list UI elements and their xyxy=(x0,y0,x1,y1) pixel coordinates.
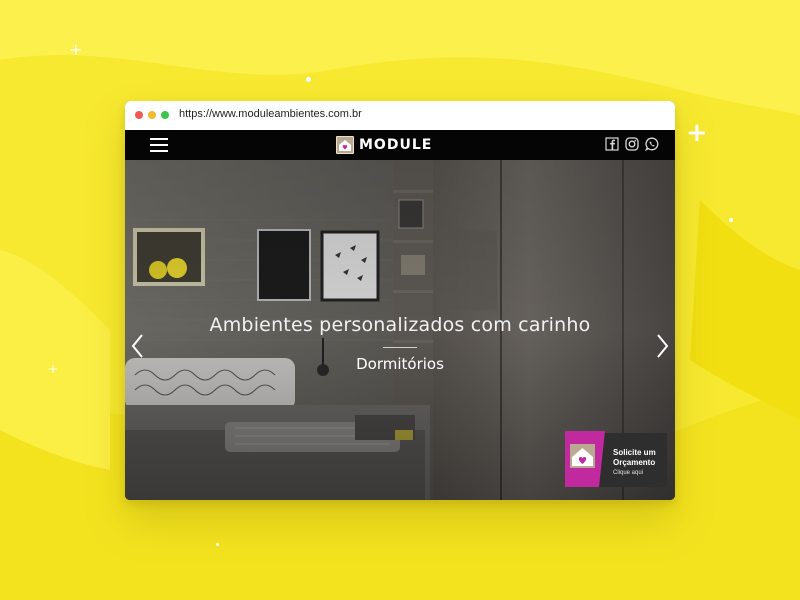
sparkle-icon: + xyxy=(686,118,708,148)
hero-category-link[interactable]: Dormitórios xyxy=(125,355,675,373)
slider-prev-arrow-icon[interactable] xyxy=(128,333,148,359)
hero-title: Ambientes personalizados com carinho xyxy=(209,314,591,336)
browser-window: https://www.moduleambientes.com.br MODUL… xyxy=(125,101,675,500)
instagram-icon[interactable] xyxy=(625,137,639,151)
brand-logo[interactable]: MODULE xyxy=(336,135,432,155)
slider-next-arrow-icon[interactable] xyxy=(652,333,672,359)
browser-titlebar: https://www.moduleambientes.com.br xyxy=(125,101,675,130)
quote-request-button[interactable]: Solicite um Orçamento Clique aqui xyxy=(565,431,667,487)
logo-house-icon xyxy=(336,136,354,154)
quote-line-3: Clique aqui xyxy=(613,470,644,476)
minimize-window-button[interactable] xyxy=(148,111,156,119)
facebook-icon[interactable] xyxy=(605,137,619,151)
sparkle-dot xyxy=(729,218,733,222)
close-window-button[interactable] xyxy=(135,111,143,119)
sparkle-dot xyxy=(216,543,219,546)
quote-line-2: Orçamento xyxy=(613,458,656,467)
brand-name: MODULE xyxy=(359,137,433,153)
sparkle-icon: + xyxy=(69,40,83,59)
whatsapp-icon[interactable] xyxy=(645,137,659,151)
hero-slider: Ambientes personalizados com carinho Dor… xyxy=(125,160,675,500)
menu-icon[interactable] xyxy=(150,138,168,152)
hero-divider xyxy=(383,347,417,348)
quote-line-1: Solicite um xyxy=(613,448,656,457)
site-navbar: MODULE xyxy=(125,130,675,160)
maximize-window-button[interactable] xyxy=(161,111,169,119)
sparkle-icon: + xyxy=(48,362,59,376)
address-bar[interactable]: https://www.moduleambientes.com.br xyxy=(179,108,362,120)
quote-house-icon xyxy=(565,431,605,487)
sparkle-dot xyxy=(306,77,311,82)
